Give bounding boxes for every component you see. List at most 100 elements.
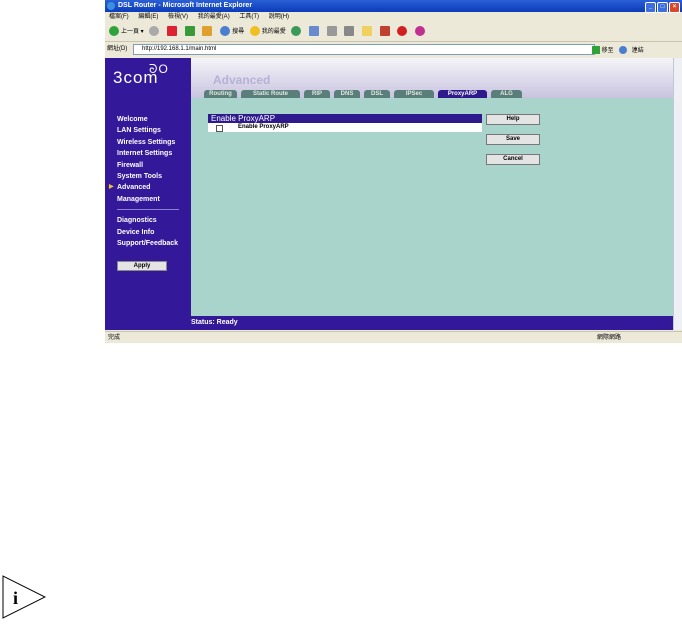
page-scrollbar[interactable] [673,58,682,330]
menu-help[interactable]: 說明(H) [269,14,289,20]
page-title: Advanced [213,73,271,87]
ie-status-bar: 完成 網際網路 [105,331,682,343]
favorites-label: 我的最愛 [261,29,286,35]
3com-logo: ᘐO 3com [113,62,168,88]
apply-button[interactable]: Apply [117,261,167,271]
router-status-bar: Status: Ready [191,316,673,330]
edit-icon [344,26,355,37]
menu-bar: 檔案(F) 編輯(E) 檢視(V) 我的最愛(A) 工具(T) 說明(H) [105,12,682,23]
router-sidebar: ᘐO 3com Welcome LAN Settings Wireless Set… [105,58,191,330]
enable-proxyarp-checkbox[interactable] [216,125,223,132]
print-icon [326,26,337,37]
address-url: http://192.168.1.1/main.html [142,46,217,52]
folder-icon [362,26,373,37]
nav-support-feedback[interactable]: Support/Feedback [117,238,189,249]
content-area: Enable ProxyARP Enable ProxyARP Help Sav… [191,98,673,316]
info-icon: i [2,575,47,619]
folder-button[interactable] [362,23,374,41]
messenger-icon [397,26,408,37]
back-button[interactable]: 上一頁 ▾ [109,23,144,41]
logo-swirl-icon: ᘐO [149,62,169,76]
nav-firewall[interactable]: Firewall [117,160,189,171]
tab-dns[interactable]: DNS [334,90,360,98]
go-arrow-icon [592,46,600,55]
nav-welcome[interactable]: Welcome [117,114,189,125]
go-label: 移至 [601,48,614,54]
window-title: DSL Router - Microsoft Internet Explorer [118,2,253,9]
tab-alg[interactable]: ALG [491,90,522,98]
save-button[interactable]: Save [486,134,540,145]
status-text: Status: Ready [191,319,238,326]
help-button[interactable]: Help [486,114,540,125]
history-icon [291,26,302,37]
router-header: Advanced Routing Static Route RIP DNS DS… [191,58,673,98]
tab-proxyarp[interactable]: ProxyARP [438,90,487,98]
research-icon [379,26,390,37]
ie-status-zone: 網際網路 [597,335,622,341]
search-label: 搜尋 [232,29,245,35]
search-icon [220,26,231,37]
title-bar: DSL Router - Microsoft Internet Explorer… [105,0,682,13]
messenger-button[interactable] [397,23,409,41]
menu-favorites[interactable]: 我的最愛(A) [198,14,230,20]
go-button[interactable]: 移至 連結 [592,44,644,58]
edit-button[interactable] [344,23,356,41]
refresh-button[interactable] [184,23,197,41]
stop-button[interactable] [167,23,179,41]
svg-text:i: i [13,588,18,608]
extra-button[interactable] [415,23,427,41]
router-page: ᘐO 3com Welcome LAN Settings Wireless Set… [105,58,673,330]
extra-icon [415,26,426,37]
mail-button[interactable] [309,23,321,41]
nav-diagnostics[interactable]: Diagnostics [117,215,189,226]
ie-logo-icon [107,2,115,10]
cancel-button[interactable]: Cancel [486,154,540,165]
nav-management[interactable]: Management [117,194,189,205]
tab-dsl[interactable]: DSL [364,90,390,98]
print-button[interactable] [326,23,339,41]
translate-icon [618,46,627,55]
tab-rip[interactable]: RIP [304,90,330,98]
nav-device-info[interactable]: Device Info [117,227,189,238]
nav-advanced[interactable]: ▶ Advanced [109,182,189,193]
stop-icon [167,26,178,37]
back-icon [109,26,119,37]
favorites-button[interactable]: 我的最愛 [249,23,286,41]
menu-edit[interactable]: 編輯(E) [138,14,158,20]
address-bar: 網址(D) http://192.168.1.1/main.html 移至 連結 [105,42,682,56]
browser-window: DSL Router - Microsoft Internet Explorer… [105,0,682,343]
proxyarp-panel: Enable ProxyARP Enable ProxyARP [208,114,482,132]
history-button[interactable] [291,23,303,41]
research-button[interactable] [379,23,392,41]
home-button[interactable] [202,23,214,41]
forward-button[interactable] [149,23,161,41]
nav-lan-settings[interactable]: LAN Settings [117,125,189,136]
current-arrow-icon: ▶ [109,184,114,191]
forward-icon [149,26,160,37]
enable-proxyarp-label: Enable ProxyARP [238,124,289,130]
star-icon [249,26,260,37]
menu-tools[interactable]: 工具(T) [239,14,259,20]
browser-toolbar: 上一頁 ▾ 搜尋 我的最愛 [105,23,682,42]
proxyarp-row: Enable ProxyARP [208,123,482,132]
nav-internet-settings[interactable]: Internet Settings [117,148,189,159]
router-nav: Welcome LAN Settings Wireless Settings I… [109,114,189,249]
tab-ipsec[interactable]: IPSec [394,90,434,98]
refresh-icon [184,26,195,37]
ie-status-done: 完成 [108,335,121,341]
nav-divider [117,209,179,211]
nav-advanced-label: Advanced [117,184,151,192]
mail-icon [309,26,320,37]
tab-routing[interactable]: Routing [204,90,237,98]
menu-view[interactable]: 檢視(V) [168,14,188,20]
nav-wireless-settings[interactable]: Wireless Settings [117,137,189,148]
address-input[interactable]: http://192.168.1.1/main.html [133,44,595,55]
tab-static-route[interactable]: Static Route [241,90,300,98]
back-label: 上一頁 [121,29,140,35]
home-icon [202,26,213,37]
nav-system-tools[interactable]: System Tools [117,171,189,182]
panel-title: Enable ProxyARP [208,114,482,123]
menu-file[interactable]: 檔案(F) [109,14,129,20]
links-label[interactable]: 連結 [632,48,644,54]
search-button[interactable]: 搜尋 [220,23,244,41]
